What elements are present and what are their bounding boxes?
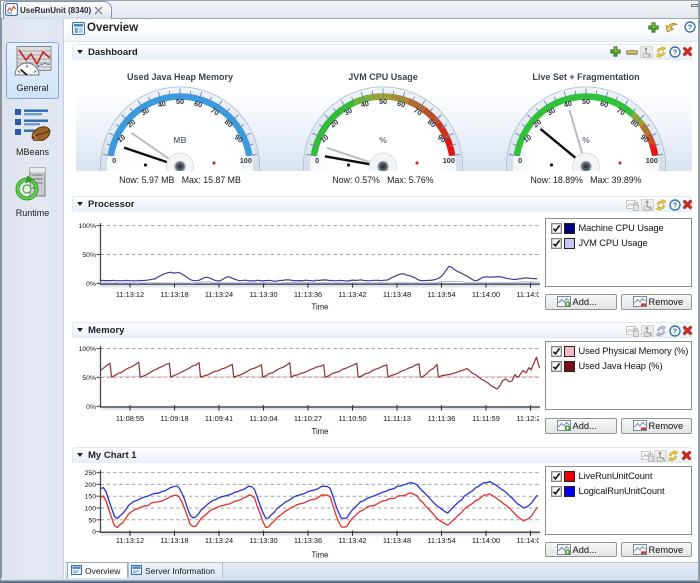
svg-text:11:13:36: 11:13:36 <box>294 290 322 299</box>
svg-text:50: 50 <box>176 97 184 106</box>
svg-text:11:09:41: 11:09:41 <box>205 414 233 423</box>
svg-text:%: % <box>379 135 387 145</box>
svg-text:100%: 100% <box>79 346 96 353</box>
svg-text:%: % <box>582 135 590 145</box>
svg-text:11:09:18: 11:09:18 <box>160 414 188 423</box>
svg-text:50: 50 <box>582 97 590 106</box>
svg-text:11:10:50: 11:10:50 <box>338 414 366 423</box>
svg-text:11:14:06: 11:14:06 <box>516 290 544 299</box>
svg-text:0: 0 <box>92 529 96 536</box>
svg-text:11:11:13: 11:11:13 <box>383 414 411 423</box>
svg-text:?: ? <box>688 23 693 32</box>
svg-text:11:11:59: 11:11:59 <box>472 414 500 423</box>
svg-text:100: 100 <box>240 156 252 165</box>
svg-text:150: 150 <box>85 494 97 501</box>
svg-text:11:10:27: 11:10:27 <box>294 414 322 423</box>
svg-text:11:13:24: 11:13:24 <box>205 290 233 299</box>
svg-text:11:14:00: 11:14:00 <box>472 536 500 545</box>
svg-text:?: ? <box>673 327 678 336</box>
svg-text:11:14:00: 11:14:00 <box>472 290 500 299</box>
svg-text:50: 50 <box>88 517 96 524</box>
svg-text:11:13:54: 11:13:54 <box>427 536 455 545</box>
svg-text:11:08:55: 11:08:55 <box>116 414 144 423</box>
svg-text:0%: 0% <box>86 281 96 288</box>
svg-text:0: 0 <box>315 156 319 165</box>
svg-text:100%: 100% <box>79 223 96 230</box>
svg-text:0%: 0% <box>86 404 96 411</box>
svg-text:50%: 50% <box>82 375 96 382</box>
svg-text:11:13:54: 11:13:54 <box>427 290 455 299</box>
svg-text:200: 200 <box>85 482 97 489</box>
svg-text:100: 100 <box>646 156 658 165</box>
svg-text:11:13:30: 11:13:30 <box>249 536 277 545</box>
svg-text:11:11:36: 11:11:36 <box>428 414 456 423</box>
svg-text:11:13:24: 11:13:24 <box>205 536 233 545</box>
svg-text:11:13:12: 11:13:12 <box>116 536 144 545</box>
svg-text:11:13:48: 11:13:48 <box>383 536 411 545</box>
svg-text:100: 100 <box>443 156 455 165</box>
svg-text:Time: Time <box>311 303 328 312</box>
svg-text:50%: 50% <box>82 252 96 259</box>
svg-text:11:13:18: 11:13:18 <box>160 536 188 545</box>
svg-text:11:13:42: 11:13:42 <box>338 290 366 299</box>
svg-text:11:13:48: 11:13:48 <box>383 290 411 299</box>
svg-text:?: ? <box>673 201 678 210</box>
svg-text:11:13:42: 11:13:42 <box>338 536 366 545</box>
svg-text:100: 100 <box>85 506 97 513</box>
svg-text:11:12:22: 11:12:22 <box>516 414 544 423</box>
svg-text:11:13:12: 11:13:12 <box>116 290 144 299</box>
svg-text:MB: MB <box>173 135 186 145</box>
svg-text:250: 250 <box>85 470 97 477</box>
svg-text:?: ? <box>673 48 678 57</box>
svg-text:Time: Time <box>311 427 328 436</box>
svg-text:11:13:36: 11:13:36 <box>294 536 322 545</box>
svg-text:0: 0 <box>112 156 116 165</box>
svg-text:Time: Time <box>311 551 328 560</box>
svg-text:11:14:06: 11:14:06 <box>516 536 544 545</box>
svg-text:11:13:30: 11:13:30 <box>249 290 277 299</box>
svg-text:11:13:18: 11:13:18 <box>160 290 188 299</box>
svg-text:11:10:04: 11:10:04 <box>249 414 277 423</box>
svg-text:0: 0 <box>518 156 522 165</box>
svg-text:50: 50 <box>379 97 387 106</box>
